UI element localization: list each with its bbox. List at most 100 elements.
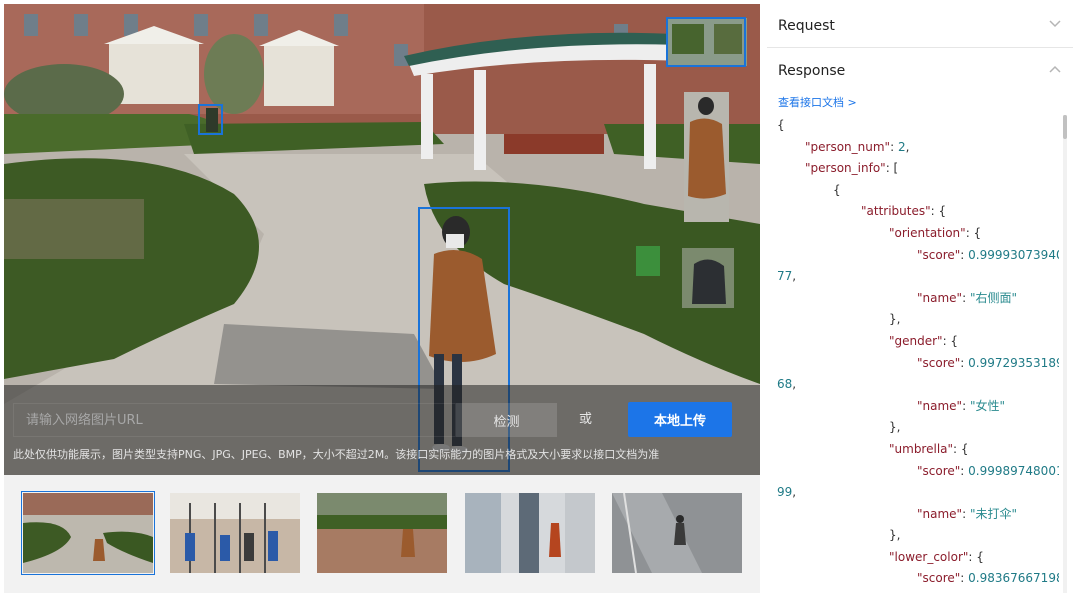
json-token: 0.997293531894 — [968, 355, 1059, 370]
json-scrollbar[interactable] — [1063, 115, 1067, 593]
json-scrollbar-thumb[interactable] — [1063, 115, 1067, 139]
json-line: "person_num": 2, — [777, 137, 1059, 159]
json-line: "lower_color": { — [777, 547, 1059, 569]
json-line: 68, — [777, 374, 1059, 396]
json-token: : { — [965, 225, 982, 240]
json-token: "name" — [917, 398, 963, 413]
json-token: }, — [889, 528, 901, 543]
or-separator: 或 — [579, 412, 593, 427]
local-upload-button[interactable]: 本地上传 — [628, 402, 732, 437]
thumbnail-1-image — [23, 493, 153, 573]
response-title: Response — [778, 63, 846, 79]
json-line: 99, — [777, 482, 1059, 504]
json-token: 0.999897480010 — [968, 463, 1059, 478]
api-panel: Request Response 查看接口文档 > { "person_num":… — [767, 0, 1073, 593]
json-token: "orientation" — [889, 225, 966, 240]
json-token: "score" — [917, 355, 961, 370]
json-token: "name" — [917, 290, 963, 305]
person-detection-box-small — [198, 104, 223, 135]
json-line: }, — [777, 417, 1059, 439]
json-line: 77, — [777, 266, 1059, 288]
json-token: 0.983676671981 — [968, 571, 1059, 586]
json-line: "score": 0.983676671981 — [777, 568, 1059, 590]
sample-thumbnails — [4, 484, 760, 589]
json-line: "score": 0.997293531894 — [777, 353, 1059, 375]
thumbnail-1[interactable] — [21, 491, 155, 575]
json-token: }, — [889, 312, 901, 327]
json-token: { — [833, 182, 841, 197]
demo-image: 检测 或 本地上传 此处仅供功能展示，图片类型支持PNG、JPG、JPEG、BM… — [4, 4, 760, 475]
thumbnail-3[interactable] — [317, 493, 447, 573]
json-token: : [ — [885, 161, 899, 176]
json-token: }, — [889, 420, 901, 435]
json-token: "女性" — [969, 398, 1005, 413]
response-json-view: {"person_num": 2, "person_info": [{"attri… — [777, 115, 1059, 593]
json-line: { — [777, 115, 1059, 137]
json-token: : — [960, 355, 969, 370]
json-token: "lower_color" — [889, 549, 969, 564]
json-token: : — [962, 506, 970, 521]
json-token: 99 — [777, 485, 793, 500]
json-line: { — [777, 180, 1059, 202]
json-token: , — [792, 269, 797, 284]
thumbnail-2[interactable] — [170, 493, 300, 573]
request-title: Request — [778, 17, 835, 34]
json-token: "score" — [917, 463, 961, 478]
json-token: "gender" — [889, 333, 943, 348]
json-line: "attributes": { — [777, 201, 1059, 223]
thumbnail-5[interactable] — [612, 493, 742, 573]
image-url-input[interactable] — [13, 403, 456, 437]
json-token: 2 — [897, 139, 906, 154]
crop-preview-box — [666, 17, 746, 67]
json-token: , — [792, 377, 797, 392]
json-token: { — [777, 118, 785, 132]
json-token: 68 — [777, 377, 793, 392]
json-line: "umbrella": { — [777, 439, 1059, 461]
json-line: }, — [777, 525, 1059, 547]
format-hint: 此处仅供功能展示，图片类型支持PNG、JPG、JPEG、BMP，大小不超过2M。… — [13, 448, 660, 461]
json-line: "gender": { — [777, 331, 1059, 353]
json-token: , — [905, 139, 910, 154]
thumbnail-4[interactable] — [465, 493, 595, 573]
json-token: , — [792, 485, 797, 500]
json-token: "score" — [917, 247, 961, 262]
thumbnail-4-image — [465, 493, 595, 573]
json-token: : — [962, 290, 970, 305]
json-token: : { — [953, 441, 969, 456]
response-section-header[interactable]: Response — [767, 49, 1073, 93]
request-section-header[interactable]: Request — [767, 4, 1073, 48]
thumbnail-2-image — [170, 493, 300, 573]
json-token: "person_num" — [805, 139, 891, 154]
json-token: : — [960, 247, 969, 262]
chevron-up-icon — [1049, 65, 1061, 73]
json-token: "score" — [917, 571, 961, 586]
chevron-down-icon — [1049, 20, 1061, 28]
json-token: "attributes" — [861, 204, 931, 219]
json-token: "person_info" — [805, 161, 886, 176]
thumbnail-3-image — [317, 493, 447, 573]
demo-area: 检测 或 本地上传 此处仅供功能展示，图片类型支持PNG、JPG、JPEG、BM… — [4, 4, 760, 593]
json-line: "score": 0.999897480010 — [777, 461, 1059, 483]
api-doc-link[interactable]: 查看接口文档 > — [778, 94, 857, 110]
detect-button[interactable]: 检测 — [456, 403, 557, 437]
json-token: : { — [968, 549, 984, 564]
json-token: "未打伞" — [969, 506, 1017, 521]
json-token: : — [962, 398, 970, 413]
json-token: : — [960, 571, 969, 586]
json-token: : — [960, 463, 969, 478]
json-line: "name": "未打伞" — [777, 504, 1059, 526]
json-line: "orientation": { — [777, 223, 1059, 245]
json-token: 0.999930739402 — [968, 247, 1059, 262]
json-token: : — [890, 139, 898, 154]
json-line: "person_info": [ — [777, 158, 1059, 180]
json-token: "umbrella" — [889, 441, 954, 456]
thumbnail-5-image — [612, 493, 742, 573]
json-token: "name" — [917, 506, 963, 521]
url-input-bar: 检测 或 本地上传 此处仅供功能展示，图片类型支持PNG、JPG、JPEG、BM… — [4, 385, 760, 475]
json-token: : { — [930, 204, 947, 219]
json-token: 77 — [777, 269, 793, 284]
json-token: : { — [942, 333, 959, 348]
json-line: }, — [777, 309, 1059, 331]
json-line: "name": "女性" — [777, 396, 1059, 418]
json-line: "name": "右侧面" — [777, 288, 1059, 310]
